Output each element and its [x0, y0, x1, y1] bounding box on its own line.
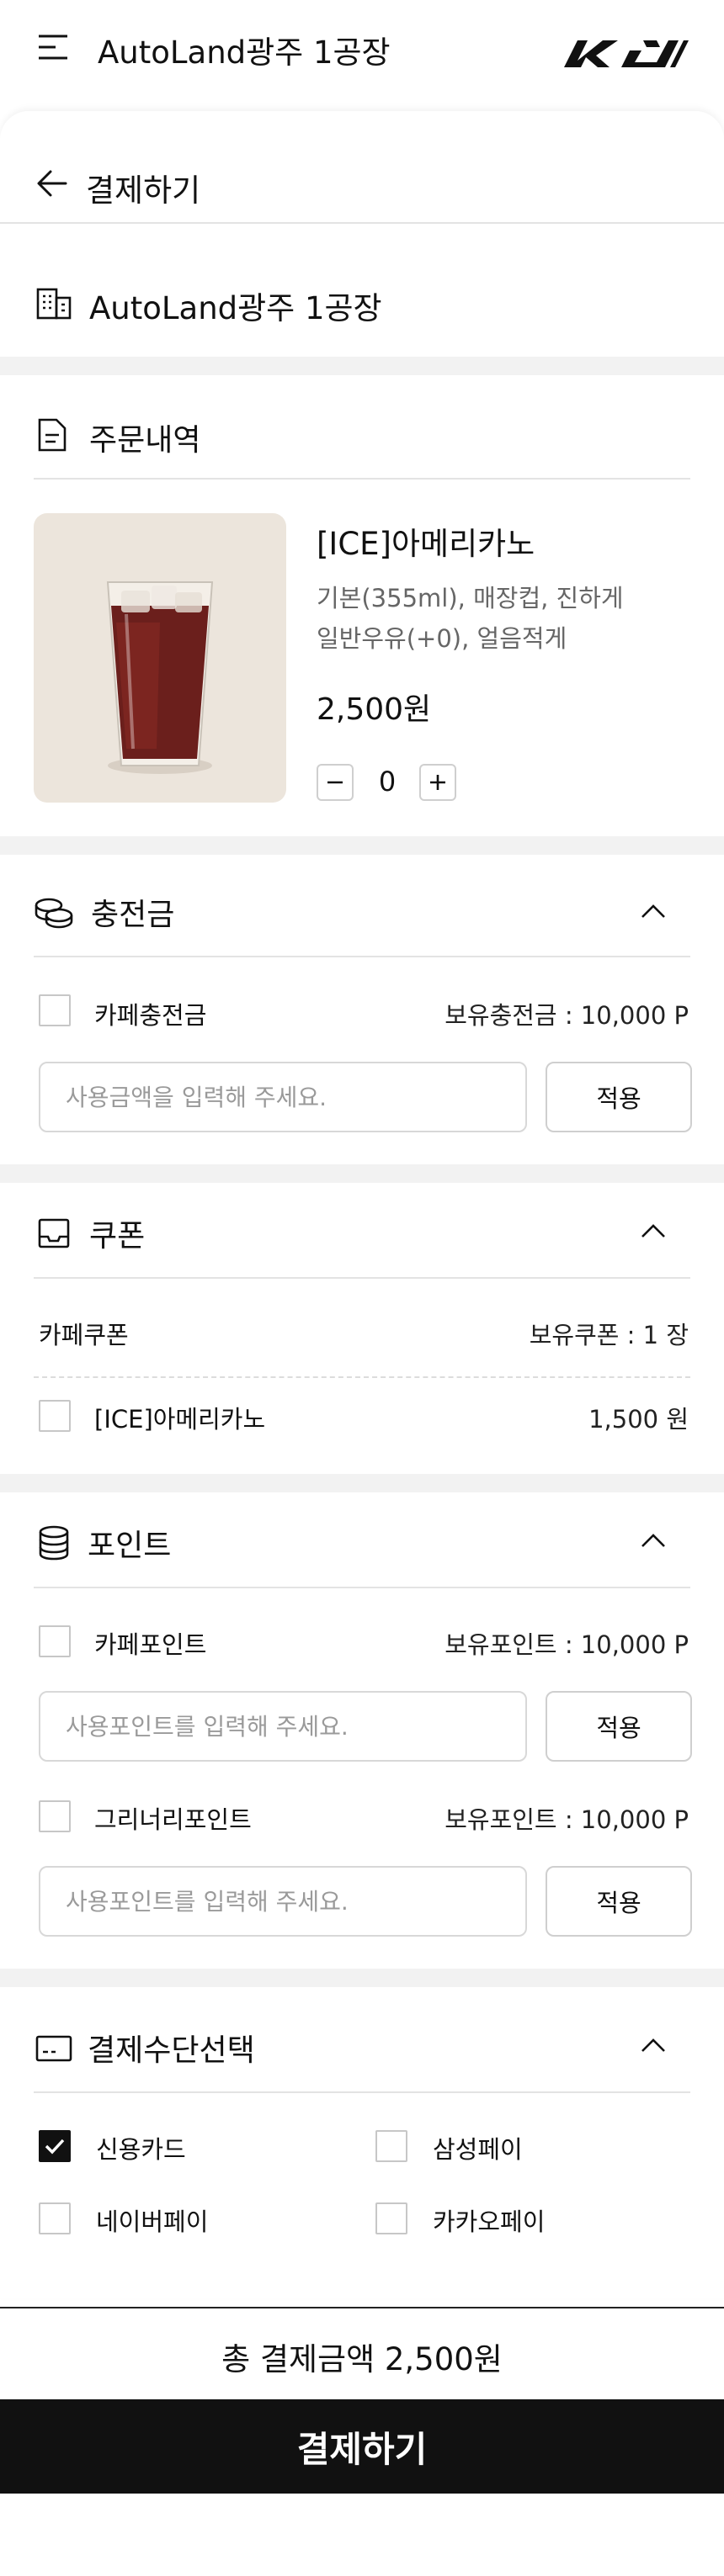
database-icon [37, 1524, 71, 1561]
page-title: 결제하기 [86, 172, 201, 209]
cafe-points-checkbox[interactable] [39, 1625, 71, 1657]
payment-method-label: 삼성페이 [433, 2135, 523, 2164]
checkmark-icon [45, 2139, 65, 2155]
charge-balance: 보유충전금 : 10,000 P [445, 1001, 689, 1030]
greenery-points-checkbox[interactable] [39, 1800, 71, 1832]
inbox-icon [37, 1216, 71, 1250]
greenery-points-balance: 보유포인트 : 10,000 P [445, 1805, 689, 1834]
product-image [34, 513, 286, 803]
section-gap [0, 1474, 724, 1492]
section-gap [0, 1969, 724, 1987]
coupon-item-value: 1,500 원 [588, 1405, 689, 1434]
coupon-count: 보유쿠폰 : 1 장 [529, 1321, 689, 1349]
app-header: AutoLand광주 1공장 [0, 0, 724, 101]
coupon-checkbox[interactable] [39, 1400, 71, 1432]
quantity-value: 0 [378, 766, 397, 798]
payment-method-label: 신용카드 [96, 2135, 186, 2164]
quantity-increase-button[interactable] [419, 764, 456, 801]
product-options-line1: 기본(355ml), 매장컵, 진하게 [317, 584, 624, 612]
building-icon [35, 284, 72, 321]
chevron-up-icon[interactable] [638, 1526, 668, 1556]
header-store-name: AutoLand광주 1공장 [98, 34, 391, 71]
product-options-line2: 일반우유(+0), 얼음적게 [317, 624, 567, 653]
divider [34, 1277, 690, 1279]
coupon-category: 카페쿠폰 [39, 1321, 129, 1349]
divider [34, 478, 690, 480]
cafe-points-input[interactable] [39, 1691, 527, 1762]
divider [0, 222, 724, 224]
cafe-points-balance: 보유포인트 : 10,000 P [445, 1630, 689, 1659]
store-name: AutoLand광주 1공장 [89, 290, 382, 326]
charge-section-title: 충전금 [91, 898, 175, 932]
section-gap [0, 357, 724, 375]
credit-card-checkbox[interactable] [39, 2130, 71, 2162]
cafe-points-apply-button[interactable]: 적용 [546, 1691, 692, 1762]
coins-icon [34, 895, 74, 929]
order-section-title: 주문내역 [89, 423, 201, 458]
back-arrow-icon[interactable] [35, 167, 69, 200]
menu-icon[interactable] [37, 34, 69, 61]
document-icon [37, 417, 67, 453]
divider [34, 956, 690, 957]
coupon-section-title: 쿠폰 [89, 1219, 146, 1254]
divider [34, 1587, 690, 1588]
kia-logo[interactable] [559, 35, 690, 71]
section-gap [0, 836, 724, 855]
coupon-item-label: [ICE]아메리카노 [94, 1405, 266, 1434]
cafe-points-label: 카페포인트 [94, 1630, 207, 1659]
chevron-up-icon[interactable] [638, 1216, 668, 1247]
payment-method-label: 네이버페이 [96, 2208, 209, 2236]
charge-amount-input[interactable] [39, 1062, 527, 1132]
kakao-pay-checkbox[interactable] [375, 2202, 407, 2234]
product-price: 2,500원 [317, 692, 432, 727]
charge-apply-button[interactable]: 적용 [546, 1062, 692, 1132]
quantity-decrease-button[interactable] [317, 764, 354, 801]
pay-button[interactable]: 결제하기 [0, 2399, 724, 2494]
payment-method-label: 카카오페이 [433, 2208, 546, 2236]
cafe-charge-label: 카페충전금 [94, 1001, 207, 1030]
total-bar: 총 결제금액 2,500원 [0, 2307, 724, 2399]
section-gap [0, 1164, 724, 1183]
product-name: [ICE]아메리카노 [317, 526, 535, 562]
points-section-title: 포인트 [88, 1529, 172, 1563]
chevron-up-icon[interactable] [638, 897, 668, 927]
dashed-divider [34, 1376, 690, 1378]
samsung-pay-checkbox[interactable] [375, 2130, 407, 2162]
card-icon [35, 2034, 72, 2063]
divider [34, 2091, 690, 2093]
total-amount: 총 결제금액 2,500원 [221, 2341, 503, 2377]
greenery-points-input[interactable] [39, 1866, 527, 1937]
naver-pay-checkbox[interactable] [39, 2202, 71, 2234]
greenery-points-apply-button[interactable]: 적용 [546, 1866, 692, 1937]
cafe-charge-checkbox[interactable] [39, 994, 71, 1026]
payment-section-title: 결제수단선택 [88, 2033, 255, 2068]
chevron-up-icon[interactable] [638, 2031, 668, 2061]
greenery-points-label: 그리너리포인트 [94, 1805, 252, 1834]
